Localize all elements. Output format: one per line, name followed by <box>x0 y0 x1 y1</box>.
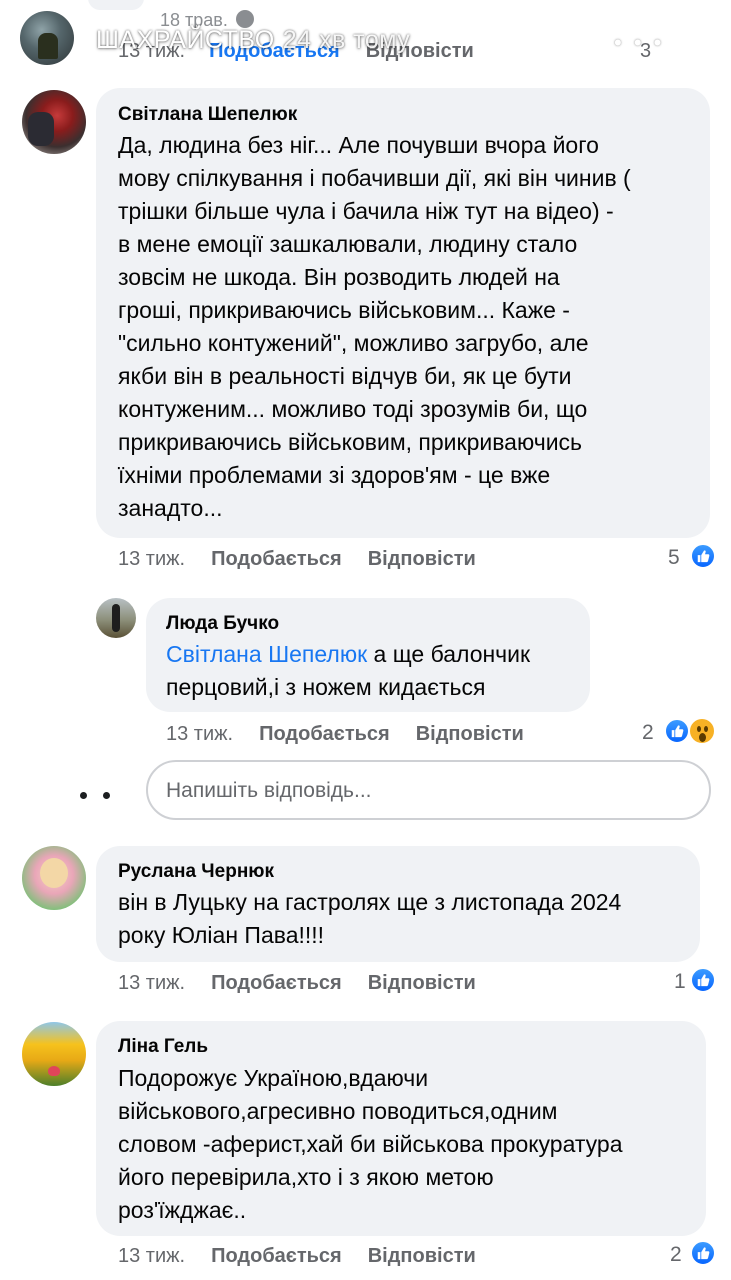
like-button[interactable]: Подобається <box>259 723 390 745</box>
like-button[interactable]: Подобається <box>211 972 342 994</box>
reaction-count: 2 <box>670 1243 682 1266</box>
comment-text: Подорожує Україною,вдаючи військового,аг… <box>118 1065 623 1223</box>
story-time: 24 хв тому <box>282 26 411 54</box>
comment-actions: 13 тиж. Подобається Відповісти <box>118 972 476 995</box>
mention-link[interactable]: Світлана Шепелюк <box>166 641 367 667</box>
avatar[interactable] <box>22 90 86 154</box>
reaction-count: 5 <box>668 546 680 569</box>
avatar[interactable] <box>22 1022 86 1086</box>
comment-actions: 13 тиж. Подобається Відповісти <box>118 1245 476 1268</box>
like-reaction-icon[interactable] <box>690 543 716 569</box>
like-button[interactable]: Подобається <box>211 1245 342 1267</box>
story-author-name[interactable]: ШАХРАЙСТВО <box>96 26 275 54</box>
wow-reaction-icon[interactable] <box>688 717 716 745</box>
like-reaction-icon[interactable] <box>690 1240 716 1266</box>
time-ago: 13 тиж. <box>118 548 186 570</box>
like-reaction-icon[interactable] <box>690 967 716 993</box>
reply-input[interactable] <box>166 774 686 808</box>
typing-dots-icon <box>80 786 126 804</box>
reply-button[interactable]: Відповісти <box>368 972 476 994</box>
comment-author[interactable]: Люда Бучко <box>166 613 279 635</box>
story-header: ШАХРАЙСТВО 24 хв тому • • • <box>0 0 731 78</box>
reply-button[interactable]: Відповісти <box>416 723 524 745</box>
comment-author[interactable]: Ліна Гель <box>118 1036 208 1058</box>
comment-author[interactable]: Руслана Чернюк <box>118 861 274 883</box>
reply-input-box[interactable] <box>146 760 711 820</box>
reaction-count: 2 <box>642 721 654 744</box>
reaction-count: 1 <box>674 970 686 993</box>
story-title: ШАХРАЙСТВО 24 хв тому <box>96 26 410 55</box>
reply-button[interactable]: Відповісти <box>368 1245 476 1267</box>
comment-text-part: а ще балончик <box>367 641 531 667</box>
time-ago: 13 тиж. <box>118 1245 186 1267</box>
time-ago: 13 тиж. <box>118 972 186 994</box>
comment-actions: 13 тиж. Подобається Відповісти <box>118 548 476 571</box>
reply-button[interactable]: Відповісти <box>368 548 476 570</box>
close-icon[interactable] <box>676 20 716 60</box>
like-reaction-icon[interactable] <box>664 718 690 744</box>
comment-text-part: перцовий,і з ножем кидається <box>166 674 486 700</box>
time-ago: 13 тиж. <box>166 723 234 745</box>
comment-author[interactable]: Світлана Шепелюк <box>118 104 297 126</box>
avatar[interactable] <box>96 598 136 638</box>
story-avatar[interactable] <box>20 11 74 65</box>
comment-text: Да, людина без ніг... Але почувши вчора … <box>118 132 631 521</box>
comment-text: він в Луцьку на гастролях ще з листопада… <box>118 889 622 948</box>
like-button[interactable]: Подобається <box>211 548 342 570</box>
comment-text: Світлана Шепелюк а ще балончик перцовий,і… <box>166 638 586 704</box>
more-dots-icon[interactable]: • • • <box>614 30 664 56</box>
comment-actions: 13 тиж. Подобається Відповісти <box>166 723 524 746</box>
avatar[interactable] <box>22 846 86 910</box>
